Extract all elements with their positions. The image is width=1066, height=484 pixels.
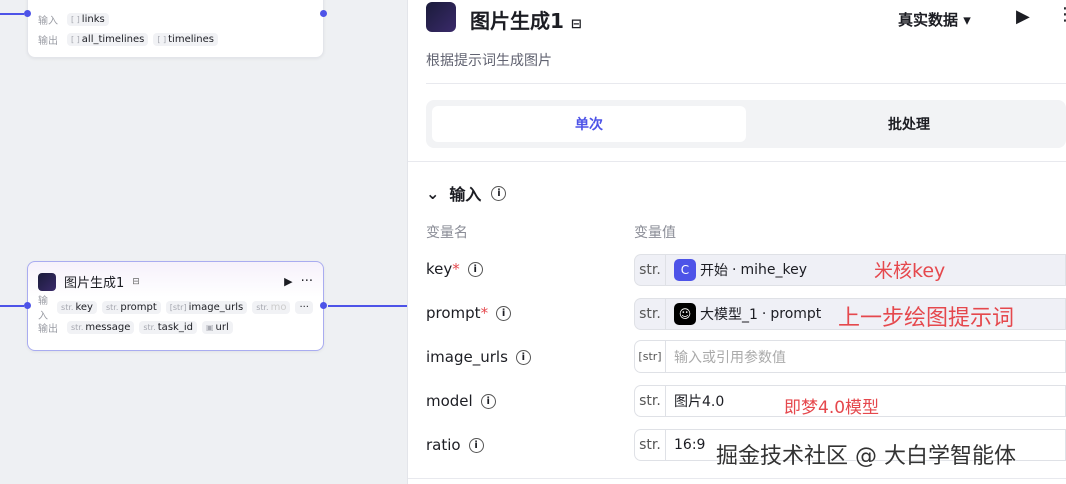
- llm-node-icon: ☺: [674, 303, 696, 325]
- param-name-key: key* i: [426, 260, 483, 278]
- input-section-header[interactable]: ⌄ 输入 i: [426, 181, 507, 205]
- output-tag: str. message: [67, 320, 135, 334]
- annotation: 上一步绘图提示词: [838, 306, 1015, 331]
- info-icon[interactable]: i: [480, 393, 496, 409]
- annotation: 即梦4.0模型: [784, 398, 880, 418]
- output-port[interactable]: [320, 10, 327, 17]
- node-logo: [426, 2, 456, 32]
- input-tag: str. prompt: [101, 300, 161, 314]
- edge: [0, 305, 24, 307]
- column-value-header: 变量值: [634, 225, 676, 241]
- input-tag: [ ] links: [67, 12, 109, 26]
- mode-tabs: 单次 批处理: [426, 100, 1066, 148]
- edge: [0, 13, 24, 15]
- input-label: 输入: [38, 15, 58, 27]
- run-icon[interactable]: ▶: [284, 275, 292, 288]
- input-tag: [str] image_urls: [165, 300, 248, 314]
- more-inputs-button[interactable]: ···: [295, 300, 313, 314]
- param-name-prompt: prompt* i: [426, 304, 512, 322]
- watermark: 掘金技术社区 @ 大白学智能体: [716, 444, 1016, 469]
- workflow-canvas[interactable]: 输入 [ ] links 输出 [ ] all_timelines [ ] timel…: [0, 0, 407, 484]
- tab-batch[interactable]: 批处理: [752, 100, 1066, 148]
- debug-icon: ⊟: [132, 276, 140, 287]
- param-name-image-urls: image_urls i: [426, 348, 531, 366]
- output-label: 输出: [38, 323, 58, 335]
- panel-header: 图片生成1 ⊟ 真实数据 ▾ ▶ ⋮ 根据提示词生成图片: [426, 0, 1066, 84]
- column-name-header: 变量名: [426, 225, 468, 241]
- chevron-down-icon[interactable]: ⌄: [426, 184, 439, 203]
- image-urls-input[interactable]: [str] 输入或引用参数值: [634, 340, 1066, 373]
- start-node-icon: C: [674, 259, 696, 281]
- output-tag: [ ] all_timelines: [67, 32, 149, 46]
- input-label: 输入: [38, 296, 48, 322]
- edge: [328, 305, 407, 307]
- debug-icon: ⊟: [570, 17, 582, 32]
- output-tag: ▣ url: [201, 320, 233, 334]
- node-top[interactable]: 输入 [ ] links 输出 [ ] all_timelines [ ] timel…: [27, 0, 324, 58]
- panel-title: 图片生成1 ⊟: [470, 9, 582, 33]
- input-tag: str. mo: [252, 300, 291, 314]
- info-icon[interactable]: i: [468, 437, 484, 453]
- input-port[interactable]: [24, 10, 31, 17]
- node-title: 图片生成1: [64, 276, 125, 291]
- more-icon[interactable]: ⋮: [1056, 4, 1066, 25]
- more-icon[interactable]: ···: [301, 274, 313, 289]
- input-port[interactable]: [24, 302, 31, 309]
- info-icon[interactable]: i: [515, 349, 531, 365]
- param-name-ratio: ratio i: [426, 436, 484, 454]
- param-name-model: model i: [426, 392, 496, 410]
- input-tag: str. key: [57, 300, 97, 314]
- run-button[interactable]: ▶: [1016, 6, 1030, 27]
- node-image-gen[interactable]: 图片生成1 ⊟ ▶ ··· 输入 str. key str. prompt [str…: [27, 261, 324, 351]
- output-tag: str. task_id: [139, 320, 197, 334]
- node-detail-panel: 图片生成1 ⊟ 真实数据 ▾ ▶ ⋮ 根据提示词生成图片 单次 批处理 ⌄ 输入 i…: [407, 0, 1066, 484]
- key-value-field[interactable]: str. C 开始 · mihe_key: [634, 254, 1066, 286]
- output-port[interactable]: [320, 302, 327, 309]
- node-logo: [38, 272, 56, 291]
- info-icon[interactable]: i: [491, 185, 507, 201]
- annotation: 米核key: [874, 260, 946, 282]
- info-icon[interactable]: i: [496, 305, 512, 321]
- info-icon[interactable]: i: [467, 261, 483, 277]
- panel-description: 根据提示词生成图片: [426, 53, 552, 69]
- data-mode-select[interactable]: 真实数据 ▾: [898, 9, 971, 30]
- output-tag: [ ] timelines: [153, 32, 218, 46]
- tab-single[interactable]: 单次: [432, 106, 746, 142]
- output-label: 输出: [38, 35, 58, 47]
